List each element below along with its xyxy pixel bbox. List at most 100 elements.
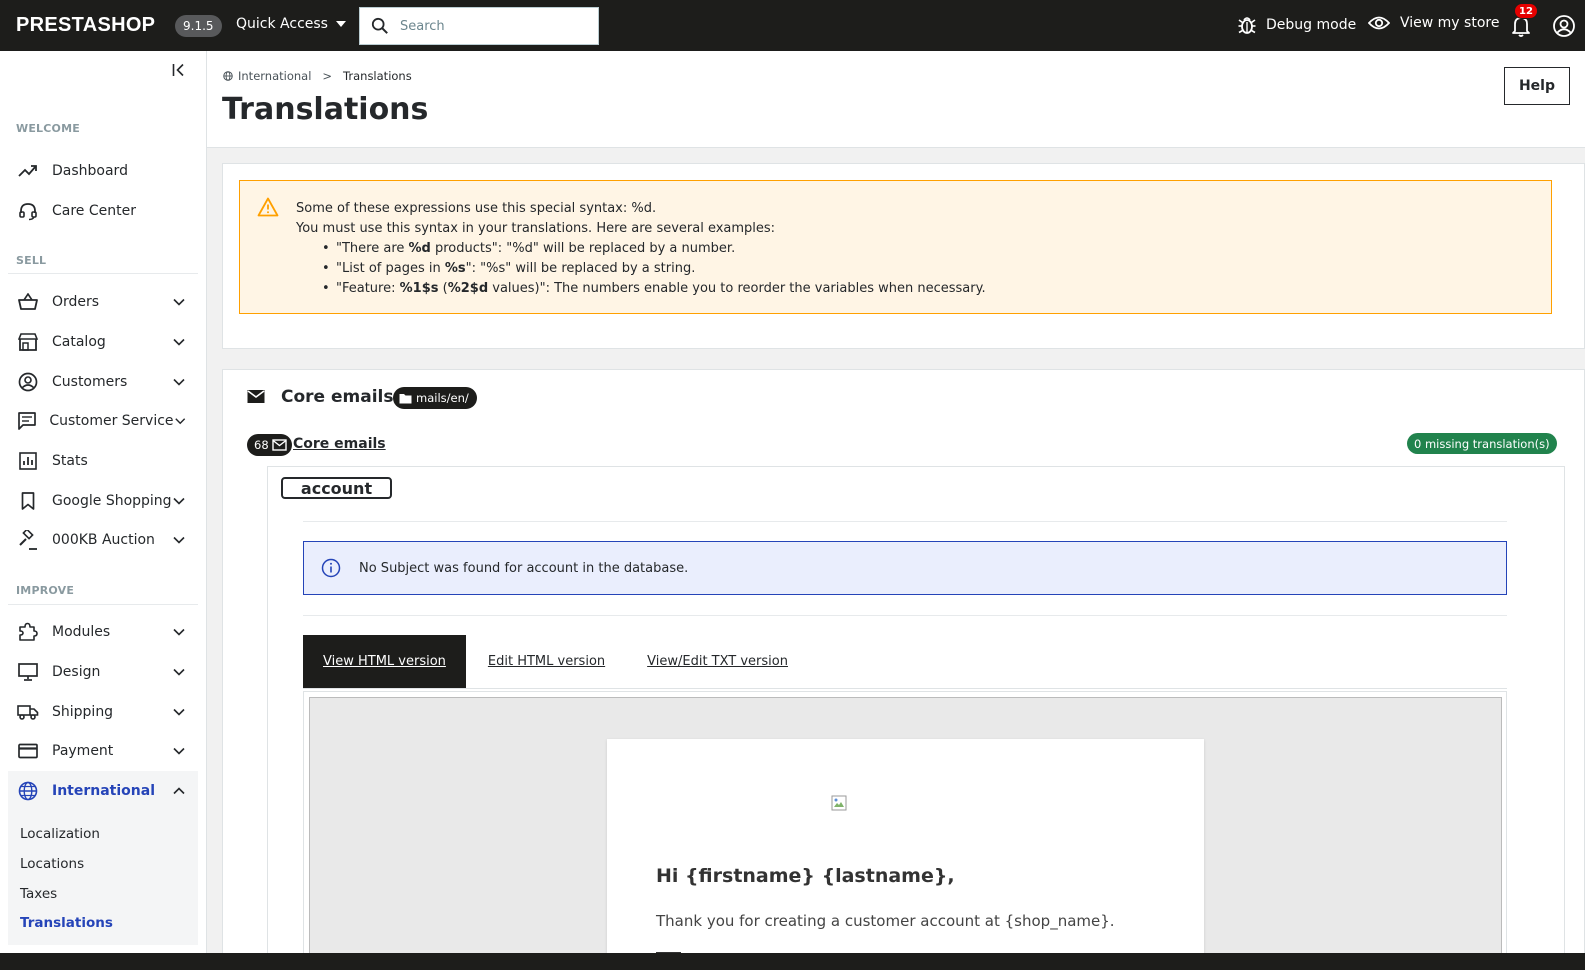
mails-path-badge: mails/en/ bbox=[393, 387, 477, 409]
user-circle-icon bbox=[16, 370, 40, 394]
sidebar-subitem-locations[interactable]: Locations bbox=[20, 856, 84, 872]
breadcrumb-separator: > bbox=[322, 69, 333, 83]
top-bar: PRESTASHOP 9.1.5 Quick Access Debug mode bbox=[0, 0, 1585, 51]
email-template-account: account No Subject was found for account… bbox=[267, 466, 1565, 969]
help-button[interactable]: Help bbox=[1504, 67, 1570, 105]
sidebar-item-dashboard[interactable]: Dashboard bbox=[8, 153, 198, 189]
warning-examples: "There are %d products": "%d" will be re… bbox=[322, 239, 986, 299]
page-header: International > Translations Translation… bbox=[207, 51, 1585, 148]
core-emails-link[interactable]: Core emails bbox=[293, 436, 386, 452]
debug-mode-link[interactable]: Debug mode bbox=[1238, 15, 1356, 35]
view-store-link[interactable]: View my store bbox=[1368, 15, 1499, 31]
globe-icon bbox=[16, 779, 40, 803]
sidebar-item-auction[interactable]: 000KB Auction bbox=[8, 522, 198, 558]
tabs-underline bbox=[303, 688, 1507, 689]
sidebar-item-label: Design bbox=[52, 664, 101, 680]
divider bbox=[303, 521, 1507, 522]
warning-triangle-icon bbox=[257, 197, 279, 217]
html-preview-frame: Hi {firstname} {lastname}, Thank you for… bbox=[303, 691, 1507, 969]
sidebar-subitem-localization[interactable]: Localization bbox=[20, 826, 100, 842]
sidebar-item-google-shopping[interactable]: Google Shopping bbox=[8, 483, 198, 519]
template-name-tag[interactable]: account bbox=[281, 477, 392, 499]
credit-card-icon bbox=[16, 739, 40, 763]
example-token: %2$d bbox=[447, 281, 489, 296]
sidebar-item-shipping[interactable]: Shipping bbox=[8, 694, 198, 730]
emails-count-badge: 68 bbox=[247, 434, 292, 456]
sidebar-item-customers[interactable]: Customers bbox=[8, 364, 198, 400]
chevron-down-icon bbox=[173, 536, 185, 544]
bar-chart-icon bbox=[16, 449, 40, 473]
breadcrumb: International > Translations bbox=[223, 69, 412, 83]
example-text: "Feature: bbox=[336, 281, 400, 296]
section-title-sell: SELL bbox=[16, 254, 47, 267]
sidebar-item-design[interactable]: Design bbox=[8, 654, 198, 690]
sidebar-item-payment[interactable]: Payment bbox=[8, 733, 198, 769]
sidebar-item-label: Catalog bbox=[52, 334, 106, 350]
sidebar-item-label: Care Center bbox=[52, 203, 136, 219]
bug-icon bbox=[1238, 17, 1256, 34]
truck-icon bbox=[16, 700, 40, 724]
core-emails-title: Core emails bbox=[281, 387, 394, 407]
prestashop-logo[interactable]: PRESTASHOP bbox=[16, 14, 155, 37]
section-divider bbox=[8, 604, 198, 605]
html-preview-viewport[interactable]: Hi {firstname} {lastname}, Thank you for… bbox=[309, 697, 1502, 969]
eye-icon bbox=[1368, 16, 1390, 30]
warning-line-2: You must use this syntax in your transla… bbox=[296, 221, 776, 236]
chevron-down-icon bbox=[173, 497, 185, 505]
tab-view-edit-txt[interactable]: View/Edit TXT version bbox=[627, 635, 808, 688]
shopping-basket-icon bbox=[16, 290, 40, 314]
tab-view-html[interactable]: View HTML version bbox=[303, 635, 466, 688]
globe-small-icon bbox=[223, 71, 233, 81]
sidebar-item-customer-service[interactable]: Customer Service bbox=[8, 403, 198, 439]
chevron-down-icon bbox=[174, 418, 185, 425]
sidebar-item-care-center[interactable]: Care Center bbox=[8, 193, 198, 229]
chevron-down-icon bbox=[173, 628, 185, 636]
chevron-down-icon bbox=[173, 298, 185, 306]
breadcrumb-parent-link[interactable]: International bbox=[238, 69, 311, 83]
search-icon[interactable] bbox=[360, 17, 400, 35]
sidebar-item-label: Customers bbox=[52, 374, 128, 390]
search-bar bbox=[359, 7, 599, 45]
warning-example: "Feature: %1$s (%2$d values)": The numbe… bbox=[322, 279, 986, 299]
breadcrumb-current: Translations bbox=[343, 69, 412, 83]
tab-edit-html[interactable]: Edit HTML version bbox=[468, 635, 625, 688]
chevron-down-icon bbox=[173, 708, 185, 716]
sidebar-subitem-translations[interactable]: Translations bbox=[20, 915, 113, 931]
sidebar-item-label: Orders bbox=[52, 294, 100, 310]
quick-access-dropdown[interactable]: Quick Access bbox=[236, 16, 346, 32]
account-icon[interactable] bbox=[1552, 14, 1576, 38]
warning-example: "List of pages in %s": "%s" will be repl… bbox=[322, 259, 986, 279]
sidebar-item-orders[interactable]: Orders bbox=[8, 284, 198, 320]
broken-image-icon bbox=[831, 795, 847, 811]
warning-alert: Some of these expressions use this speci… bbox=[239, 180, 1552, 314]
example-text: values)": The numbers enable you to reor… bbox=[488, 281, 986, 296]
sidebar-item-label: International bbox=[52, 783, 156, 799]
version-tabs: View HTML version Edit HTML version View… bbox=[303, 635, 810, 688]
debug-mode-label: Debug mode bbox=[1266, 17, 1357, 33]
sidebar-item-modules[interactable]: Modules bbox=[8, 614, 198, 650]
quick-access-label: Quick Access bbox=[236, 16, 328, 32]
chevron-up-icon bbox=[173, 787, 185, 795]
example-text: ( bbox=[438, 281, 448, 296]
gavel-icon bbox=[16, 528, 40, 552]
sidebar-item-label: 000KB Auction bbox=[52, 532, 155, 548]
chat-icon bbox=[16, 409, 37, 433]
sidebar: WELCOME Dashboard Care Center SELL Order… bbox=[0, 51, 207, 970]
search-input[interactable] bbox=[400, 18, 590, 34]
sidebar-item-stats[interactable]: Stats bbox=[8, 443, 198, 479]
email-content: Hi {firstname} {lastname}, Thank you for… bbox=[607, 739, 1204, 969]
missing-translations-badge: 0 missing translation(s) bbox=[1407, 433, 1557, 454]
collapse-sidebar-icon[interactable] bbox=[172, 63, 186, 77]
sidebar-item-label: Customer Service bbox=[49, 413, 174, 429]
mails-path-label: mails/en/ bbox=[416, 391, 469, 405]
sidebar-item-label: Dashboard bbox=[52, 163, 128, 179]
view-store-label: View my store bbox=[1400, 15, 1500, 31]
sidebar-item-international[interactable]: International bbox=[8, 773, 198, 809]
sidebar-subitem-taxes[interactable]: Taxes bbox=[20, 886, 57, 902]
notifications-count-badge: 12 bbox=[1514, 3, 1538, 19]
warning-text: Some of these expressions use this speci… bbox=[296, 199, 986, 299]
headset-icon bbox=[16, 199, 40, 223]
folder-icon bbox=[399, 393, 412, 403]
sidebar-item-catalog[interactable]: Catalog bbox=[8, 324, 198, 360]
warning-example: "There are %d products": "%d" will be re… bbox=[322, 239, 986, 259]
